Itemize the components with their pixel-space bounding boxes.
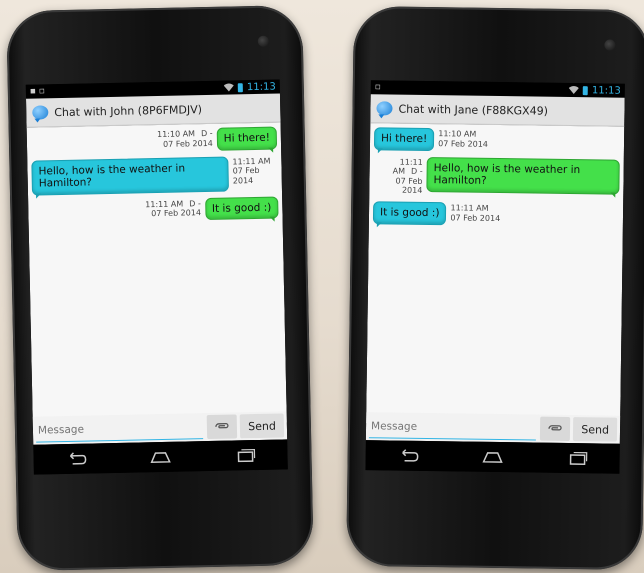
back-icon[interactable] — [65, 452, 87, 466]
battery-icon — [582, 85, 589, 95]
message-time: 11:11 AM — [232, 156, 271, 167]
wifi-icon — [568, 86, 579, 95]
home-icon[interactable] — [149, 450, 171, 464]
message-list[interactable]: 11:10 AM D -07 Feb 2014 Hi there! Hello, ho… — [26, 122, 287, 428]
attach-button[interactable] — [206, 414, 238, 440]
message-date: 07 Feb 2014 — [438, 138, 489, 149]
message-meta: 11:11 AM D -07 Feb 2014 — [145, 198, 201, 219]
attach-icon — [215, 422, 229, 429]
message-meta: 11:11 AM D -07 Feb 2014 — [373, 156, 423, 196]
message-time: 11:11 AM — [450, 203, 489, 213]
screen: ▫ 11:13 Chat with Jane (F88KGX49) Hi the… — [365, 80, 625, 474]
message-time: 11:10 AM — [156, 129, 196, 140]
back-icon[interactable] — [397, 449, 419, 463]
message-row: 11:11 AM D -07 Feb 2014 It is good :) — [32, 196, 279, 224]
message-date: 07 Feb 2014 — [450, 212, 501, 223]
message-time: 11:10 AM — [438, 129, 477, 139]
delivery-flag: D - — [410, 166, 423, 177]
message-time: 11:11 AM — [145, 199, 184, 210]
sent-message-bubble[interactable]: Hello, how is the weather in Hamilton? — [426, 156, 620, 195]
compose-bar: Send — [365, 412, 621, 444]
message-meta: 11:10 AM D -07 Feb 2014 — [157, 128, 213, 149]
message-meta: 11:11 AM 07 Feb 2014 — [232, 155, 278, 186]
action-bar: Chat with Jane (F88KGX49) — [370, 94, 625, 127]
attach-icon — [548, 425, 562, 431]
message-date: 07 Feb 2014 — [151, 208, 202, 219]
sent-message-bubble[interactable]: It is good :) — [204, 196, 279, 221]
nav-bar — [33, 439, 288, 475]
message-row: Hi there! 11:10 AM 07 Feb 2014 — [373, 127, 620, 153]
attach-button[interactable] — [540, 416, 571, 442]
message-date: 07 Feb 2014 — [395, 176, 423, 196]
message-meta: 11:10 AM 07 Feb 2014 — [438, 128, 488, 149]
message-date: 07 Feb 2014 — [162, 138, 213, 149]
message-list[interactable]: Hi there! 11:10 AM 07 Feb 2014 11:11 AM D -0… — [366, 123, 625, 427]
message-row: Hello, how is the weather in Hamilton? 11… — [31, 155, 278, 196]
notification-icons: ▫ — [374, 82, 381, 93]
status-time: 11:13 — [246, 81, 276, 93]
front-camera — [257, 35, 269, 47]
sent-message-bubble[interactable]: Hi there! — [216, 126, 278, 151]
status-time: 11:13 — [591, 84, 621, 97]
notification-icons: ▪ ▫ — [29, 86, 46, 97]
received-message-bubble[interactable]: Hi there! — [373, 127, 435, 151]
delivery-flag: D - — [200, 128, 213, 139]
message-date: 07 Feb 2014 — [232, 166, 260, 186]
delivery-flag: D - — [189, 198, 201, 209]
message-input[interactable] — [368, 414, 537, 441]
message-row: It is good :) 11:11 AM 07 Feb 2014 — [372, 201, 619, 227]
message-row: 11:10 AM D -07 Feb 2014 Hi there! — [31, 126, 278, 155]
received-message-bubble[interactable]: It is good :) — [372, 201, 447, 225]
send-button[interactable]: Send — [239, 413, 285, 439]
nav-bar — [365, 440, 620, 474]
recents-icon[interactable] — [234, 448, 256, 463]
phone-right: ▫ 11:13 Chat with Jane (F88KGX49) Hi the… — [346, 5, 644, 571]
phone-left: ▪ ▫ 11:13 Chat with John (8P6FMDJV) 11:1… — [6, 4, 314, 572]
chat-title: Chat with Jane (F88KGX49) — [398, 102, 549, 118]
app-chat-icon[interactable] — [32, 105, 49, 120]
app-chat-icon[interactable] — [376, 101, 393, 116]
home-icon[interactable] — [482, 450, 504, 464]
recents-icon[interactable] — [566, 451, 588, 465]
send-button[interactable]: Send — [573, 417, 618, 442]
message-row: 11:11 AM D -07 Feb 2014 Hello, how is the … — [373, 156, 620, 199]
message-input[interactable] — [35, 415, 204, 443]
wifi-icon — [223, 83, 234, 92]
front-camera — [604, 39, 616, 51]
chat-title: Chat with John (8P6FMDJV) — [54, 102, 203, 119]
message-meta: 11:11 AM 07 Feb 2014 — [450, 202, 500, 223]
battery-icon — [237, 82, 244, 92]
received-message-bubble[interactable]: Hello, how is the weather in Hamilton? — [31, 156, 230, 196]
screen: ▪ ▫ 11:13 Chat with John (8P6FMDJV) 11:1… — [25, 79, 288, 475]
